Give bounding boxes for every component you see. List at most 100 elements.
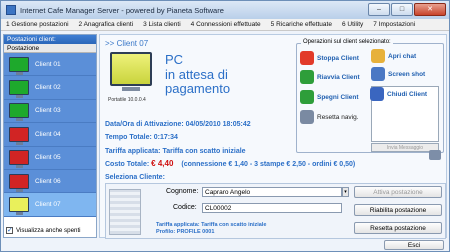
screenshot-button[interactable]: Screen shot [371, 67, 425, 81]
restart-client-label: Riavvia Client [317, 73, 360, 81]
exit-button[interactable]: Esci [384, 240, 444, 250]
tariff-note-line-1: Tariffa applicata: Tariffa con scatto in… [156, 222, 267, 228]
close-button[interactable]: ✕ [414, 3, 446, 16]
menu-gestione-postazioni[interactable]: 1 Gestione postazioni [1, 21, 74, 28]
menu-connessioni-effettuate[interactable]: 4 Connessioni effettuate [186, 21, 266, 28]
client-label: Client 05 [35, 154, 61, 162]
status-line-1: PC [165, 52, 184, 67]
cost-label: Costo Totale: [105, 161, 150, 168]
reset-icon [300, 110, 314, 124]
shutdown-client-button[interactable]: Spegni Client [300, 90, 359, 104]
monitor-icon [9, 103, 29, 122]
select-client-section: Seleziona Cliente: Cognome: Capraro Ange… [105, 174, 446, 239]
restart-client-button[interactable]: Riavvia Client [300, 70, 360, 84]
select-client-panel: Cognome: Capraro Angelo ▾ Codice: CL0000… [105, 183, 446, 239]
reset-navigation-button[interactable]: Resetta navig. [300, 110, 359, 124]
window-title: Internet Cafe Manager Server - powered b… [20, 5, 224, 15]
client-label: Client 01 [35, 60, 61, 68]
menu-lista-clienti[interactable]: 3 Lista clienti [138, 21, 186, 28]
stop-icon [300, 51, 314, 65]
sidebar-column-header[interactable]: Postazione [4, 44, 96, 53]
client-item-03[interactable]: Client 03 [4, 100, 96, 124]
stop-client-label: Stoppa Client [317, 54, 359, 62]
show-off-checkbox[interactable] [6, 226, 13, 234]
monitor-icon [9, 150, 29, 169]
close-client-icon [370, 87, 384, 101]
client-item-05[interactable]: Client 05 [4, 147, 96, 170]
applied-tariff: Tariffa applicata: Tariffa con scatto in… [105, 148, 246, 155]
app-window: Internet Cafe Manager Server - powered b… [0, 0, 450, 252]
client-label: Client 07 [35, 201, 61, 209]
client-item-04[interactable]: Client 04 [4, 123, 96, 147]
status-line-2: in attesa di [165, 66, 228, 82]
status-line-3: pagamento [165, 81, 231, 96]
client-status: PC in attesa di pagamento [165, 52, 285, 97]
show-off-toggle[interactable]: Visualizza anche spenti [4, 226, 96, 234]
shutdown-client-label: Spegni Client [317, 93, 359, 101]
minimize-button[interactable]: – [368, 3, 390, 16]
client-item-02[interactable]: Client 02 [4, 76, 96, 100]
client-item-06[interactable]: Client 06 [4, 170, 96, 194]
reset-station-button[interactable]: Resetta postazione [354, 222, 442, 234]
power-icon [300, 90, 314, 104]
close-client-label: Chiudi Client [387, 90, 428, 98]
pc-status-icon [110, 52, 152, 86]
client-label: Client 03 [35, 107, 61, 115]
client-ip: Portatile 10.0.0.4 [108, 97, 146, 103]
surname-field[interactable]: Capraro Angelo [202, 187, 342, 197]
cost-value: € 4,40 [151, 159, 174, 168]
code-label: Codice: [173, 204, 197, 211]
monitor-icon [9, 197, 29, 216]
client-label: Client 06 [35, 177, 61, 185]
title-bar: Internet Cafe Manager Server - powered b… [1, 1, 449, 19]
sidebar-header: Postazioni client: [4, 35, 96, 44]
activation-time: Data/Ora di Attivazione: 04/05/2010 18:0… [105, 121, 251, 128]
client-list: Client 01 Client 02 Client 03 Client 04 … [4, 53, 96, 217]
close-client-button[interactable]: Chiudi Client [370, 87, 427, 101]
code-field[interactable]: CL00002 [202, 203, 342, 213]
client-label: Client 04 [35, 130, 61, 138]
surname-lookup-button[interactable]: ▾ [342, 187, 349, 197]
tariff-note-line-2: Profilo: PROFILE 0001 [156, 228, 215, 235]
activate-station-button[interactable]: Attiva postazione [354, 186, 442, 198]
footer-bar: Esci [1, 240, 449, 251]
menu-bar: 1 Gestione postazioni 2 Anagrafica clien… [1, 19, 449, 31]
clients-sidebar: Postazioni client: Postazione Client 01 … [3, 34, 97, 238]
total-time: Tempo Totale: 0:17:34 [105, 134, 178, 141]
client-item-01[interactable]: Client 01 [4, 53, 96, 77]
monitor-icon [9, 173, 29, 192]
menu-anagrafica-clienti[interactable]: 2 Anagrafica clienti [74, 21, 139, 28]
menu-ricariche-effettuate[interactable]: 5 Ricariche effettuate [266, 21, 337, 28]
restart-icon [300, 70, 314, 84]
screenshot-icon [371, 67, 385, 81]
monitor-icon [9, 56, 29, 75]
operations-title: Operazioni sul client selezionato: [301, 39, 393, 45]
printer-icon[interactable] [429, 150, 441, 160]
client-label: Client 02 [35, 84, 61, 92]
select-client-title: Seleziona Cliente: [105, 174, 165, 181]
screenshot-label: Screen shot [388, 70, 426, 78]
maximize-button[interactable]: □ [391, 3, 413, 16]
chat-icon [371, 49, 385, 63]
monitor-stand-icon [122, 87, 140, 91]
cost-detail: (connessione € 1,40 - 3 stampe € 2,50 - … [181, 161, 356, 168]
stop-client-button[interactable]: Stoppa Client [300, 51, 359, 65]
menu-impostazioni[interactable]: 7 Impostazioni [368, 21, 420, 28]
window-controls: – □ ✕ [368, 3, 446, 16]
monitor-icon [9, 80, 29, 99]
total-cost-line: Costo Totale: € 4,40 (connessione € 1,40… [105, 159, 355, 168]
app-icon [6, 5, 16, 15]
reenable-station-button[interactable]: Riabilita postazione [354, 204, 442, 216]
menu-utility[interactable]: 6 Utility [337, 21, 368, 28]
client-detail-panel: >> Client 07 Portatile 10.0.0.4 PC in at… [99, 34, 447, 239]
client-card-image [109, 189, 141, 235]
client-title: >> Client 07 [105, 39, 149, 48]
client-item-07[interactable]: Client 07 [4, 193, 96, 217]
selected-tariff-note: Tariffa applicata: Tariffa con scatto in… [156, 222, 266, 235]
open-chat-label: Apri chat [388, 52, 417, 60]
open-chat-button[interactable]: Apri chat [371, 49, 416, 63]
show-off-label: Visualizza anche spenti [16, 227, 81, 234]
reset-navigation-label: Resetta navig. [317, 113, 359, 121]
monitor-icon [9, 126, 29, 145]
surname-label: Cognome: [166, 188, 199, 195]
